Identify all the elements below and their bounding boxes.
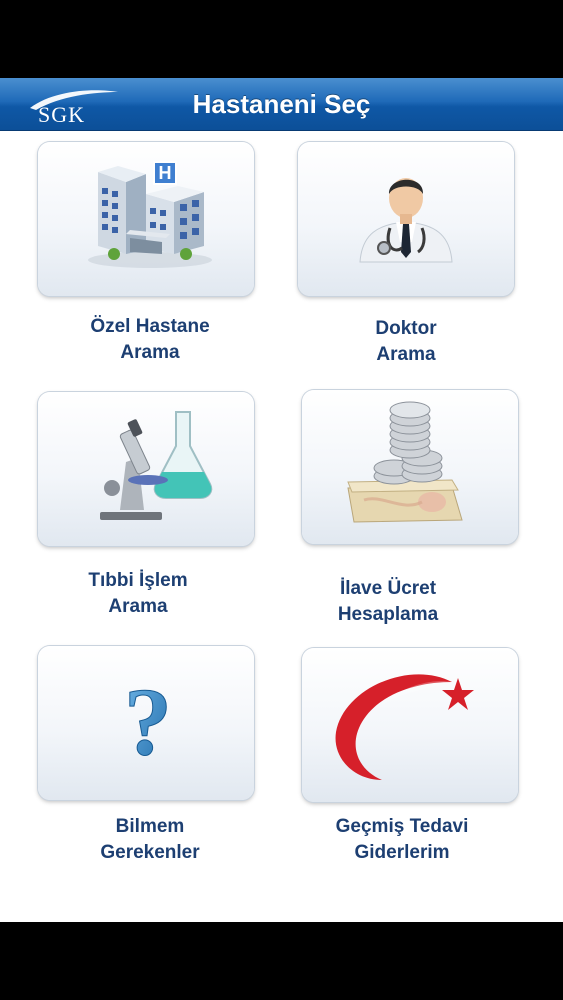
- navigation-bar: SGK Hastaneni Seç: [0, 78, 563, 131]
- svg-text:?: ?: [124, 668, 172, 775]
- page-title: Hastaneni Seç: [192, 89, 371, 119]
- label-line-1: Tıbbi İşlem: [88, 570, 188, 591]
- app-screen: SGK Hastaneni Seç H Özel Hastane Arama D…: [0, 78, 563, 922]
- hospital-icon: H: [88, 161, 212, 268]
- crescent-star-icon: [335, 674, 474, 780]
- label-line-1: Geçmiş Tedavi: [335, 816, 469, 837]
- bilmem-gerekenler-label: Bilmem Gerekenler: [30, 814, 270, 866]
- label-line-1: İlave Ücret: [339, 578, 437, 599]
- doktor-arama-button[interactable]: [298, 142, 514, 296]
- gecmis-tedavi-giderlerim-label: Geçmiş Tedavi Giderlerim: [282, 814, 522, 866]
- label-line-1: Doktor: [375, 318, 437, 339]
- label-line-2: Arama: [108, 596, 168, 617]
- label-line-2: Hesaplama: [337, 604, 439, 625]
- ilave-ucret-hesaplama-button[interactable]: [302, 390, 518, 544]
- tibbi-islem-arama-label: Tıbbi İşlem Arama: [18, 568, 258, 620]
- gecmis-tedavi-giderlerim-button[interactable]: [302, 648, 518, 802]
- ozel-hastane-arama-label: Özel Hastane Arama: [30, 314, 270, 366]
- tibbi-islem-arama-button[interactable]: [38, 392, 254, 546]
- label-line-1: Özel Hastane: [90, 316, 210, 337]
- ilave-ucret-hesaplama-label: İlave Ücret Hesaplama: [268, 576, 508, 628]
- microscope-icon: [100, 411, 213, 520]
- ozel-hastane-arama-button[interactable]: H: [38, 142, 254, 296]
- bilmem-gerekenler-button[interactable]: ?: [38, 646, 254, 800]
- label-line-2: Arama: [120, 342, 180, 363]
- money-icon: [347, 401, 463, 523]
- doktor-arama-label: Doktor Arama: [286, 316, 526, 368]
- question-icon: ?: [124, 668, 173, 776]
- label-line-2: Gerekenler: [100, 842, 200, 863]
- doctor-icon: [359, 178, 453, 263]
- svg-text:H: H: [159, 163, 172, 183]
- label-line-2: Arama: [376, 344, 436, 365]
- label-line-2: Giderlerim: [354, 842, 450, 863]
- label-line-1: Bilmem: [115, 816, 185, 837]
